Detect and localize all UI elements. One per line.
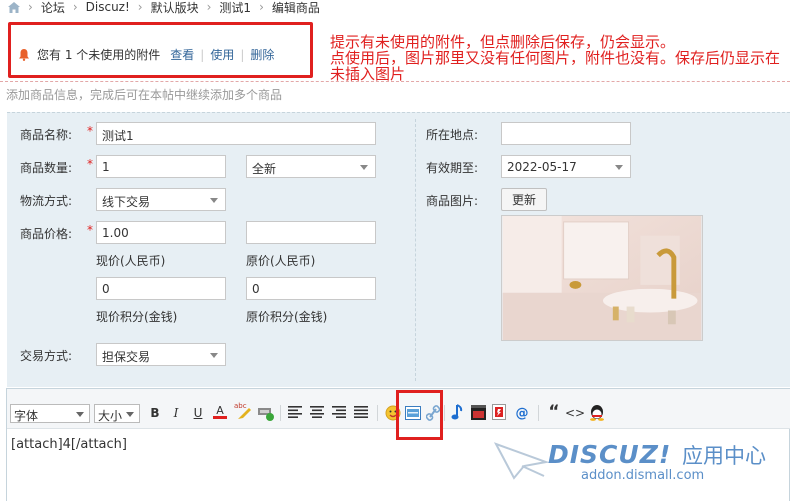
video-icon[interactable] xyxy=(471,405,486,420)
goods-name-input[interactable]: 测试1 xyxy=(96,122,376,145)
watermark-title: 应用中心 xyxy=(682,444,766,468)
original-price-input[interactable] xyxy=(246,221,376,244)
align-center-icon[interactable] xyxy=(310,406,324,418)
trade-method-value: 担保交易 xyxy=(102,350,151,364)
separator: | xyxy=(240,47,245,62)
toolbar-separator xyxy=(280,405,281,421)
annotation-line-1: 提示有未使用的附件，但点删除后保存，仍会显示。 xyxy=(330,33,676,51)
expiry-label: 有效期至: xyxy=(426,161,479,175)
music-note-icon[interactable] xyxy=(451,404,463,421)
breadcrumb-default-board[interactable]: 默认版块 xyxy=(151,0,199,16)
trade-method-label: 交易方式: xyxy=(20,349,73,363)
underline-button[interactable]: U xyxy=(190,405,206,421)
annotation-line-2: 点使用后，图片那里又没有任何图片，附件也没有。保存后仍显示在未插入图片 xyxy=(330,49,781,83)
align-justify-icon[interactable] xyxy=(354,406,368,418)
font-size-select[interactable]: 大小 xyxy=(94,404,140,423)
editor-content[interactable]: [attach]4[/attach] xyxy=(11,437,127,452)
view-attachments-link[interactable]: 查看 xyxy=(170,46,194,63)
qq-icon[interactable] xyxy=(589,404,605,421)
align-right-icon[interactable] xyxy=(332,406,346,418)
chevron-down-icon xyxy=(126,412,134,417)
condition-value: 全新 xyxy=(252,162,277,176)
spellcheck-button[interactable]: abc xyxy=(234,402,254,420)
color-a-glyph: A xyxy=(216,404,224,417)
breadcrumb-test1[interactable]: 测试1 xyxy=(219,0,251,16)
chevron-down-icon xyxy=(76,412,84,417)
font-select-value: 字体 xyxy=(14,409,39,423)
text-color-button[interactable]: A xyxy=(212,404,228,420)
separator: | xyxy=(200,47,205,62)
chevron-down-icon xyxy=(210,198,218,203)
chevron-down-icon xyxy=(615,165,623,170)
breadcrumb-separator: › xyxy=(137,0,143,14)
code-button[interactable]: <> xyxy=(565,405,585,421)
column-divider xyxy=(415,119,416,381)
remove-format-icon[interactable] xyxy=(257,405,275,421)
size-select-value: 大小 xyxy=(98,409,123,423)
annotation-highlight-box xyxy=(396,390,443,440)
credit-price-input[interactable]: 0 xyxy=(96,277,226,300)
breadcrumb: › 论坛 › Discuz! › 默认版块 › 测试1 › 编辑商品 xyxy=(8,0,320,16)
pen-icon xyxy=(238,408,251,419)
watermark-url: addon.dismall.com xyxy=(581,468,705,483)
expiry-date-select[interactable]: 2022-05-17 xyxy=(501,155,631,178)
original-credit-caption: 原价积分(金钱) xyxy=(246,310,328,324)
required-mark: * xyxy=(87,223,93,237)
location-input[interactable] xyxy=(501,122,631,145)
original-price-caption: 原价(人民币) xyxy=(246,254,316,268)
price-label: 商品价格: xyxy=(20,227,73,241)
divider xyxy=(0,81,790,82)
breadcrumb-forum[interactable]: 论坛 xyxy=(41,0,65,16)
breadcrumb-separator: › xyxy=(72,0,78,14)
breadcrumb-current: 编辑商品 xyxy=(271,0,320,15)
breadcrumb-separator: › xyxy=(259,0,264,14)
expiry-value: 2022-05-17 xyxy=(507,160,577,174)
shipping-value: 线下交易 xyxy=(102,195,151,209)
annotation-note: 提示有未使用的附件，但点删除后保存，仍会显示。 点使用后，图片那里又没有任何图片… xyxy=(330,34,785,82)
required-mark: * xyxy=(87,157,93,171)
toolbar-separator xyxy=(444,405,445,421)
quantity-input[interactable]: 1 xyxy=(96,155,226,178)
condition-select[interactable]: 全新 xyxy=(246,155,376,178)
bell-icon xyxy=(19,48,29,61)
mention-button[interactable]: @ xyxy=(514,405,530,421)
price-input[interactable]: 1.00 xyxy=(96,221,226,244)
breadcrumb-separator: › xyxy=(28,0,33,14)
notice-text: 您有 1 个未使用的附件 xyxy=(37,48,161,62)
location-label: 所在地点: xyxy=(426,128,479,142)
name-label: 商品名称: xyxy=(20,128,73,142)
italic-button[interactable]: I xyxy=(168,405,184,421)
chevron-down-icon xyxy=(210,353,218,358)
quote-button[interactable]: “ xyxy=(546,402,562,422)
use-attachments-link[interactable]: 使用 xyxy=(210,46,234,63)
breadcrumb-separator: › xyxy=(206,0,212,14)
bold-button[interactable]: B xyxy=(147,405,163,421)
required-mark: * xyxy=(87,124,93,138)
quantity-label: 商品数量: xyxy=(20,161,73,175)
flash-icon[interactable] xyxy=(492,404,506,420)
goods-image-label: 商品图片: xyxy=(426,194,479,208)
font-family-select[interactable]: 字体 xyxy=(10,404,90,423)
breadcrumb-discuz[interactable]: Discuz! xyxy=(86,0,130,14)
goods-image xyxy=(501,215,703,341)
watermark-cursor-icon xyxy=(494,442,550,480)
align-left-icon[interactable] xyxy=(288,406,302,418)
color-swatch xyxy=(213,416,227,419)
attachment-notice: 您有 1 个未使用的附件 查看 | 使用 | 删除 xyxy=(19,46,274,63)
credit-price-caption: 现价积分(金钱) xyxy=(96,310,178,324)
replace-image-button[interactable]: 更新 xyxy=(501,188,547,211)
home-icon[interactable] xyxy=(8,1,20,13)
shipping-select[interactable]: 线下交易 xyxy=(96,188,226,211)
price-caption: 现价(人民币) xyxy=(96,254,166,268)
shipping-label: 物流方式: xyxy=(20,194,73,208)
form-hint: 添加商品信息，完成后可在本帖中继续添加多个商品 xyxy=(6,88,283,102)
delete-attachments-link[interactable]: 删除 xyxy=(250,46,274,63)
toolbar-separator xyxy=(377,405,378,421)
toolbar-separator xyxy=(538,405,539,421)
trade-method-select[interactable]: 担保交易 xyxy=(96,343,226,366)
original-credit-input[interactable]: 0 xyxy=(246,277,376,300)
chevron-down-icon xyxy=(360,165,368,170)
watermark-logo: DISCUZ! xyxy=(548,440,672,469)
